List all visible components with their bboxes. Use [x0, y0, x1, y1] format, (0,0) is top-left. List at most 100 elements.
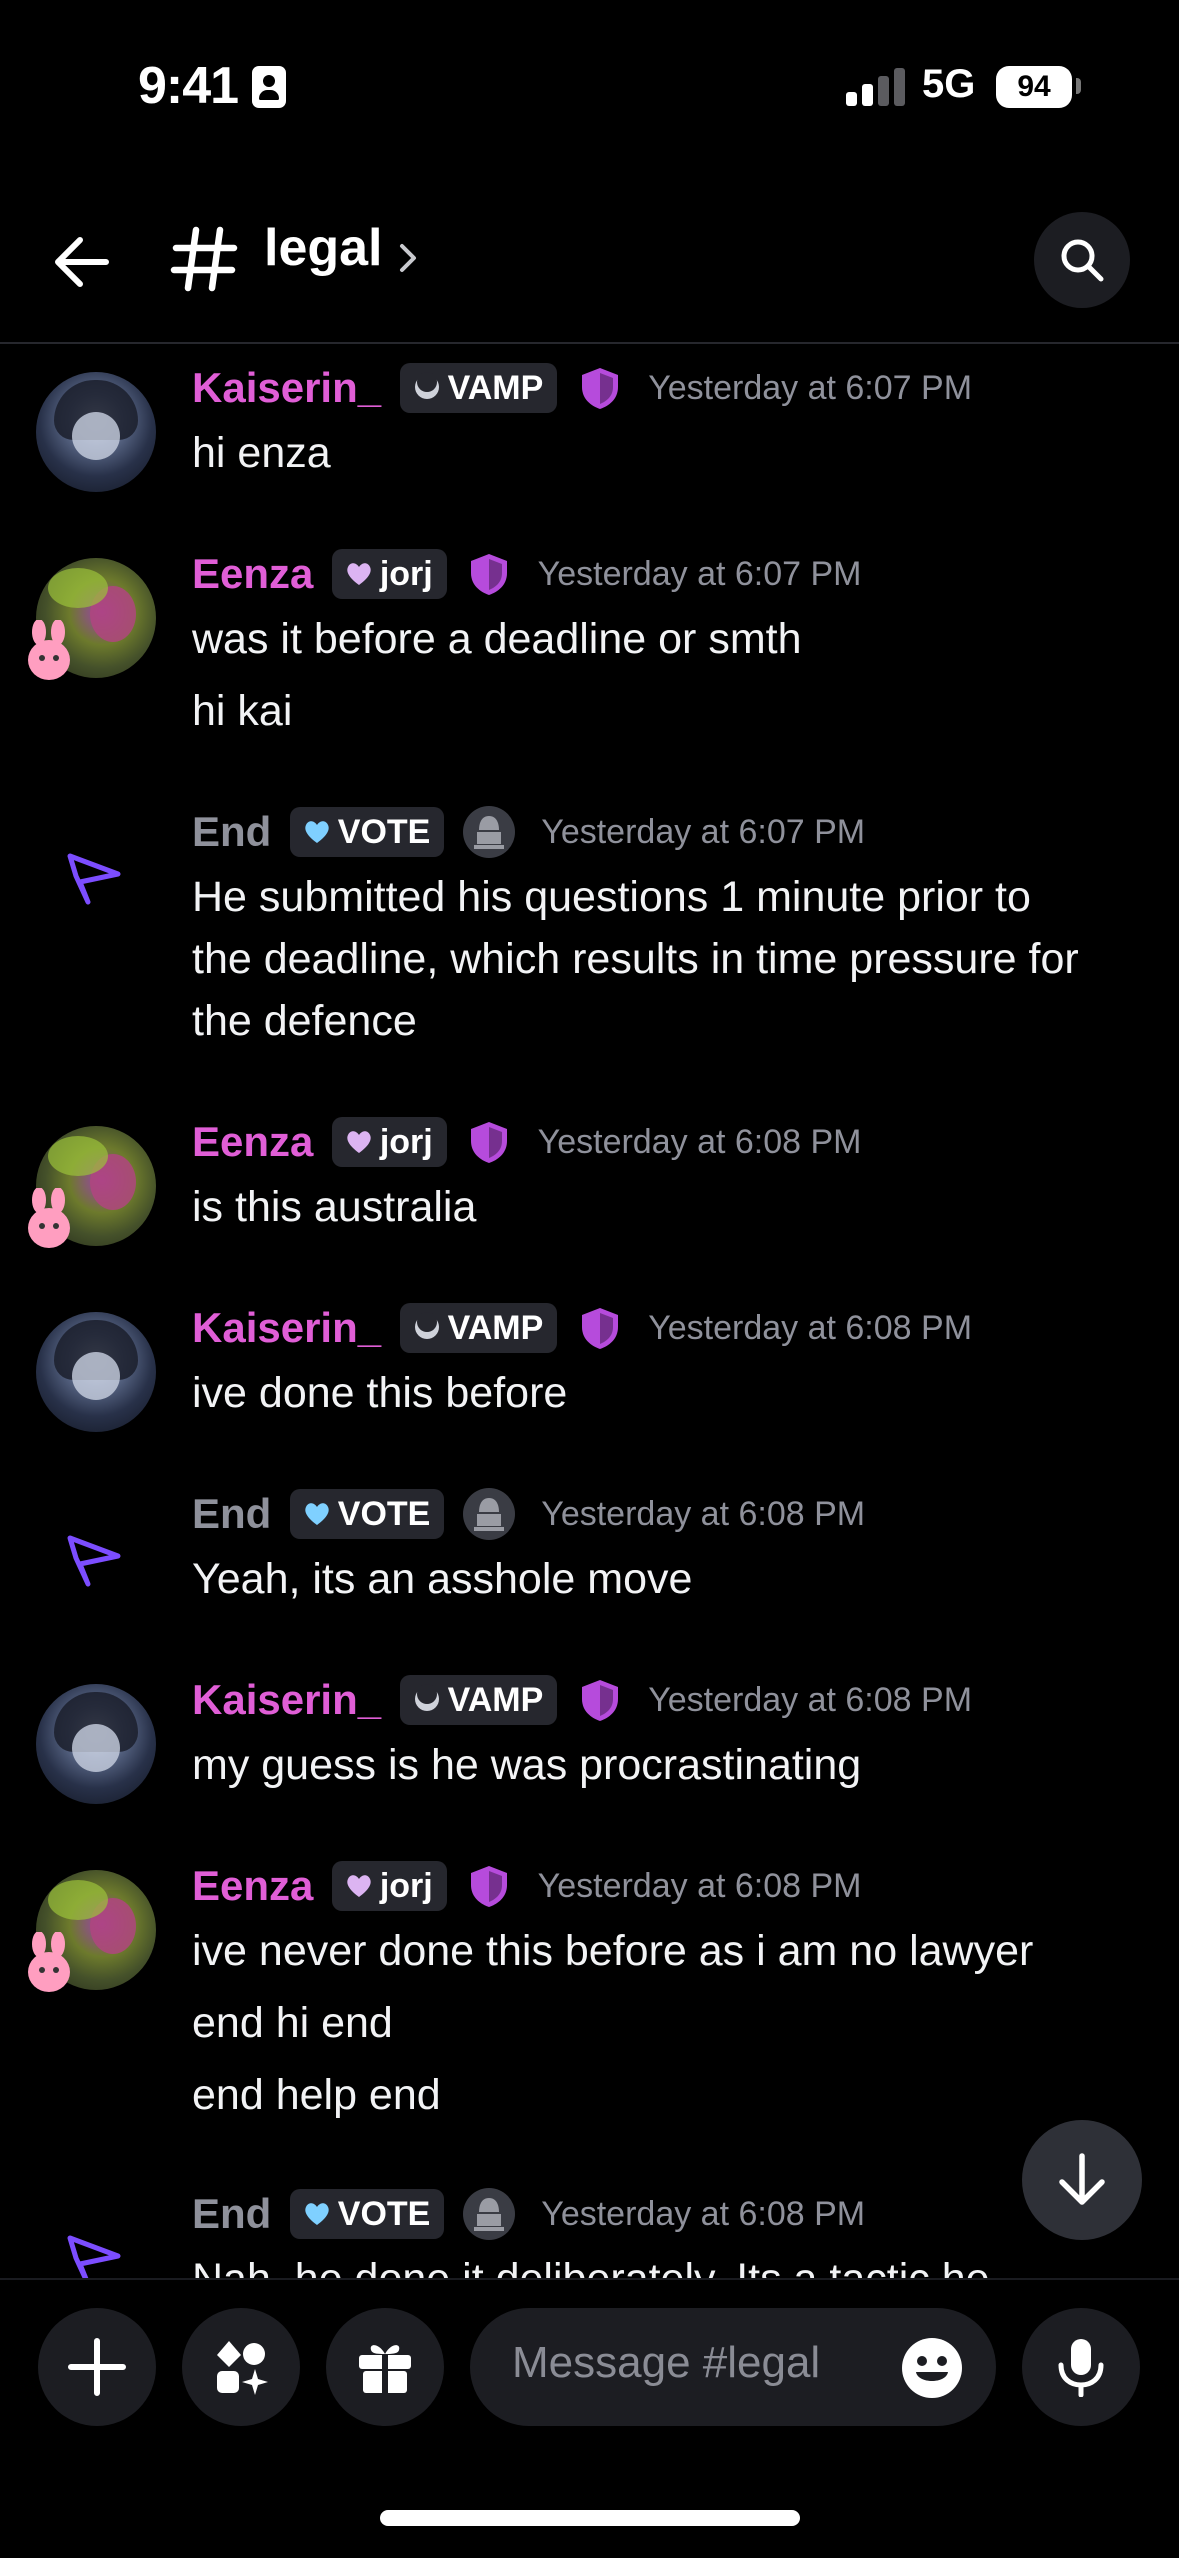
message-header: Kaiserin_ VAMP Yesterday at 6:07 PM	[192, 358, 972, 418]
gift-icon	[359, 2345, 411, 2393]
avatar[interactable]	[36, 1684, 156, 1804]
bot-avatar-icon[interactable]	[62, 2230, 132, 2278]
message-text: the deadline, which results in time pres…	[192, 935, 1079, 983]
username[interactable]: Kaiserin_	[192, 1298, 381, 1358]
message-header: Kaiserin_ VAMP Yesterday at 6:08 PM	[192, 1670, 972, 1730]
bot-avatar-icon[interactable]	[62, 848, 132, 908]
timestamp: Yesterday at 6:08 PM	[541, 2195, 866, 2233]
tag-label: VAMP	[447, 369, 544, 407]
message-header: Eenza jorj Yesterday at 6:07 PM	[192, 544, 862, 604]
tag-label: VOTE	[337, 813, 431, 851]
username[interactable]: Kaiserin_	[192, 358, 381, 418]
guild-tag[interactable]: VOTE	[289, 1489, 445, 1539]
username[interactable]: Kaiserin_	[192, 1670, 381, 1730]
chevron-right-icon[interactable]	[396, 242, 420, 274]
username[interactable]: End	[192, 1484, 271, 1544]
guild-tag[interactable]: VAMP	[399, 363, 558, 413]
timestamp: Yesterday at 6:08 PM	[541, 1495, 866, 1533]
heart-icon	[347, 563, 371, 586]
home-indicator[interactable]	[380, 2510, 800, 2526]
jump-to-latest-button[interactable]	[1022, 2120, 1142, 2240]
status-time: 9:41	[138, 57, 239, 115]
message-header: End VOTE Yesterday at 6:08 PM	[192, 2184, 865, 2244]
emoji-icon[interactable]	[900, 2336, 964, 2400]
capitol-icon	[473, 1498, 504, 1531]
guild-tag[interactable]: VOTE	[289, 807, 445, 857]
apps-button[interactable]	[182, 2308, 300, 2426]
message-group: Eenza jorj Yesterday at 6:07 PM was it b…	[0, 544, 1179, 744]
avatar[interactable]	[36, 1312, 156, 1432]
tag-label: jorj	[379, 1867, 433, 1905]
gift-button[interactable]	[326, 2308, 444, 2426]
shield-role-icon	[581, 1680, 618, 1721]
back-button[interactable]	[46, 224, 122, 300]
guild-tag[interactable]: VOTE	[289, 2189, 445, 2239]
message-text: hi enza	[192, 429, 331, 477]
message-placeholder: Message #legal	[512, 2338, 821, 2387]
timestamp: Yesterday at 6:08 PM	[537, 1123, 862, 1161]
guild-tag[interactable]: VAMP	[399, 1303, 558, 1353]
message-text: end hi end	[192, 1999, 393, 2047]
message-group: End VOTE Yesterday at 6:08 PM Nah, he do…	[0, 2184, 1179, 2278]
message-group: Kaiserin_ VAMP Yesterday at 6:07 PM hi e…	[0, 358, 1179, 528]
message-text: hi kai	[192, 687, 293, 735]
search-button[interactable]	[1034, 212, 1130, 308]
message-text: He submitted his questions 1 minute prio…	[192, 873, 1031, 921]
username[interactable]: End	[192, 2184, 271, 2244]
shield-role-icon	[471, 1866, 508, 1907]
tag-label: jorj	[379, 555, 433, 593]
timestamp: Yesterday at 6:07 PM	[537, 555, 862, 593]
government-role-icon	[462, 1488, 515, 1540]
message-header: Kaiserin_ VAMP Yesterday at 6:08 PM	[192, 1298, 972, 1358]
message-list[interactable]: Kaiserin_ VAMP Yesterday at 6:07 PM hi e…	[0, 344, 1179, 2278]
guild-tag[interactable]: jorj	[331, 1117, 447, 1167]
channel-hash-icon	[170, 226, 238, 292]
message-text: is this australia	[192, 1183, 477, 1231]
bunny-decoration-icon	[28, 1188, 70, 1248]
battery-cap-icon	[1076, 78, 1081, 94]
message-text: ive done this before	[192, 1369, 568, 1417]
message-group: Eenza jorj Yesterday at 6:08 PM is this …	[0, 1112, 1179, 1262]
bot-avatar-icon[interactable]	[62, 1530, 132, 1590]
message-group: End VOTE Yesterday at 6:07 PM He submitt…	[0, 802, 1179, 1045]
heart-icon	[347, 1131, 371, 1154]
guild-tag[interactable]: jorj	[331, 1861, 447, 1911]
message-group: Kaiserin_ VAMP Yesterday at 6:08 PM my g…	[0, 1670, 1179, 1820]
capitol-icon	[473, 816, 504, 849]
message-input[interactable]: Message #legal	[470, 2308, 996, 2426]
message-group: End VOTE Yesterday at 6:08 PM Yeah, its …	[0, 1484, 1179, 1634]
message-text: my guess is he was procrastinating	[192, 1741, 862, 1789]
tag-label: VOTE	[337, 1495, 431, 1533]
contact-card-icon	[252, 66, 286, 108]
timestamp: Yesterday at 6:07 PM	[648, 369, 973, 407]
shield-role-icon	[581, 1308, 618, 1349]
arrow-down-icon	[1059, 2153, 1105, 2205]
voice-message-button[interactable]	[1022, 2308, 1140, 2426]
timestamp: Yesterday at 6:08 PM	[648, 1309, 973, 1347]
message-text: Nah, he done it deliberately. Its a tact…	[192, 2248, 1152, 2278]
tag-label: jorj	[379, 1123, 433, 1161]
guild-tag[interactable]: VAMP	[399, 1675, 558, 1725]
username[interactable]: Eenza	[192, 1112, 313, 1172]
username[interactable]: End	[192, 802, 271, 862]
message-text: ive never done this before as i am no la…	[192, 1927, 1034, 1975]
add-attachment-button[interactable]	[38, 2308, 156, 2426]
shield-role-icon	[581, 368, 618, 409]
message-header: End VOTE Yesterday at 6:08 PM	[192, 1484, 865, 1544]
search-icon	[1061, 239, 1104, 282]
heart-icon	[305, 2203, 329, 2226]
plus-icon	[68, 2338, 126, 2396]
message-text: end help end	[192, 2071, 441, 2119]
message-header: Eenza jorj Yesterday at 6:08 PM	[192, 1112, 862, 1172]
message-text: was it before a deadline or smth	[192, 615, 802, 663]
channel-name[interactable]: legal	[264, 218, 383, 278]
avatar[interactable]	[36, 372, 156, 492]
message-header: End VOTE Yesterday at 6:07 PM	[192, 802, 865, 862]
username[interactable]: Eenza	[192, 544, 313, 604]
government-role-icon	[462, 806, 515, 858]
guild-tag[interactable]: jorj	[331, 549, 447, 599]
username[interactable]: Eenza	[192, 1856, 313, 1916]
moon-icon	[414, 1312, 439, 1340]
channel-header: legal	[0, 150, 1179, 344]
arrow-left-icon	[55, 237, 109, 287]
